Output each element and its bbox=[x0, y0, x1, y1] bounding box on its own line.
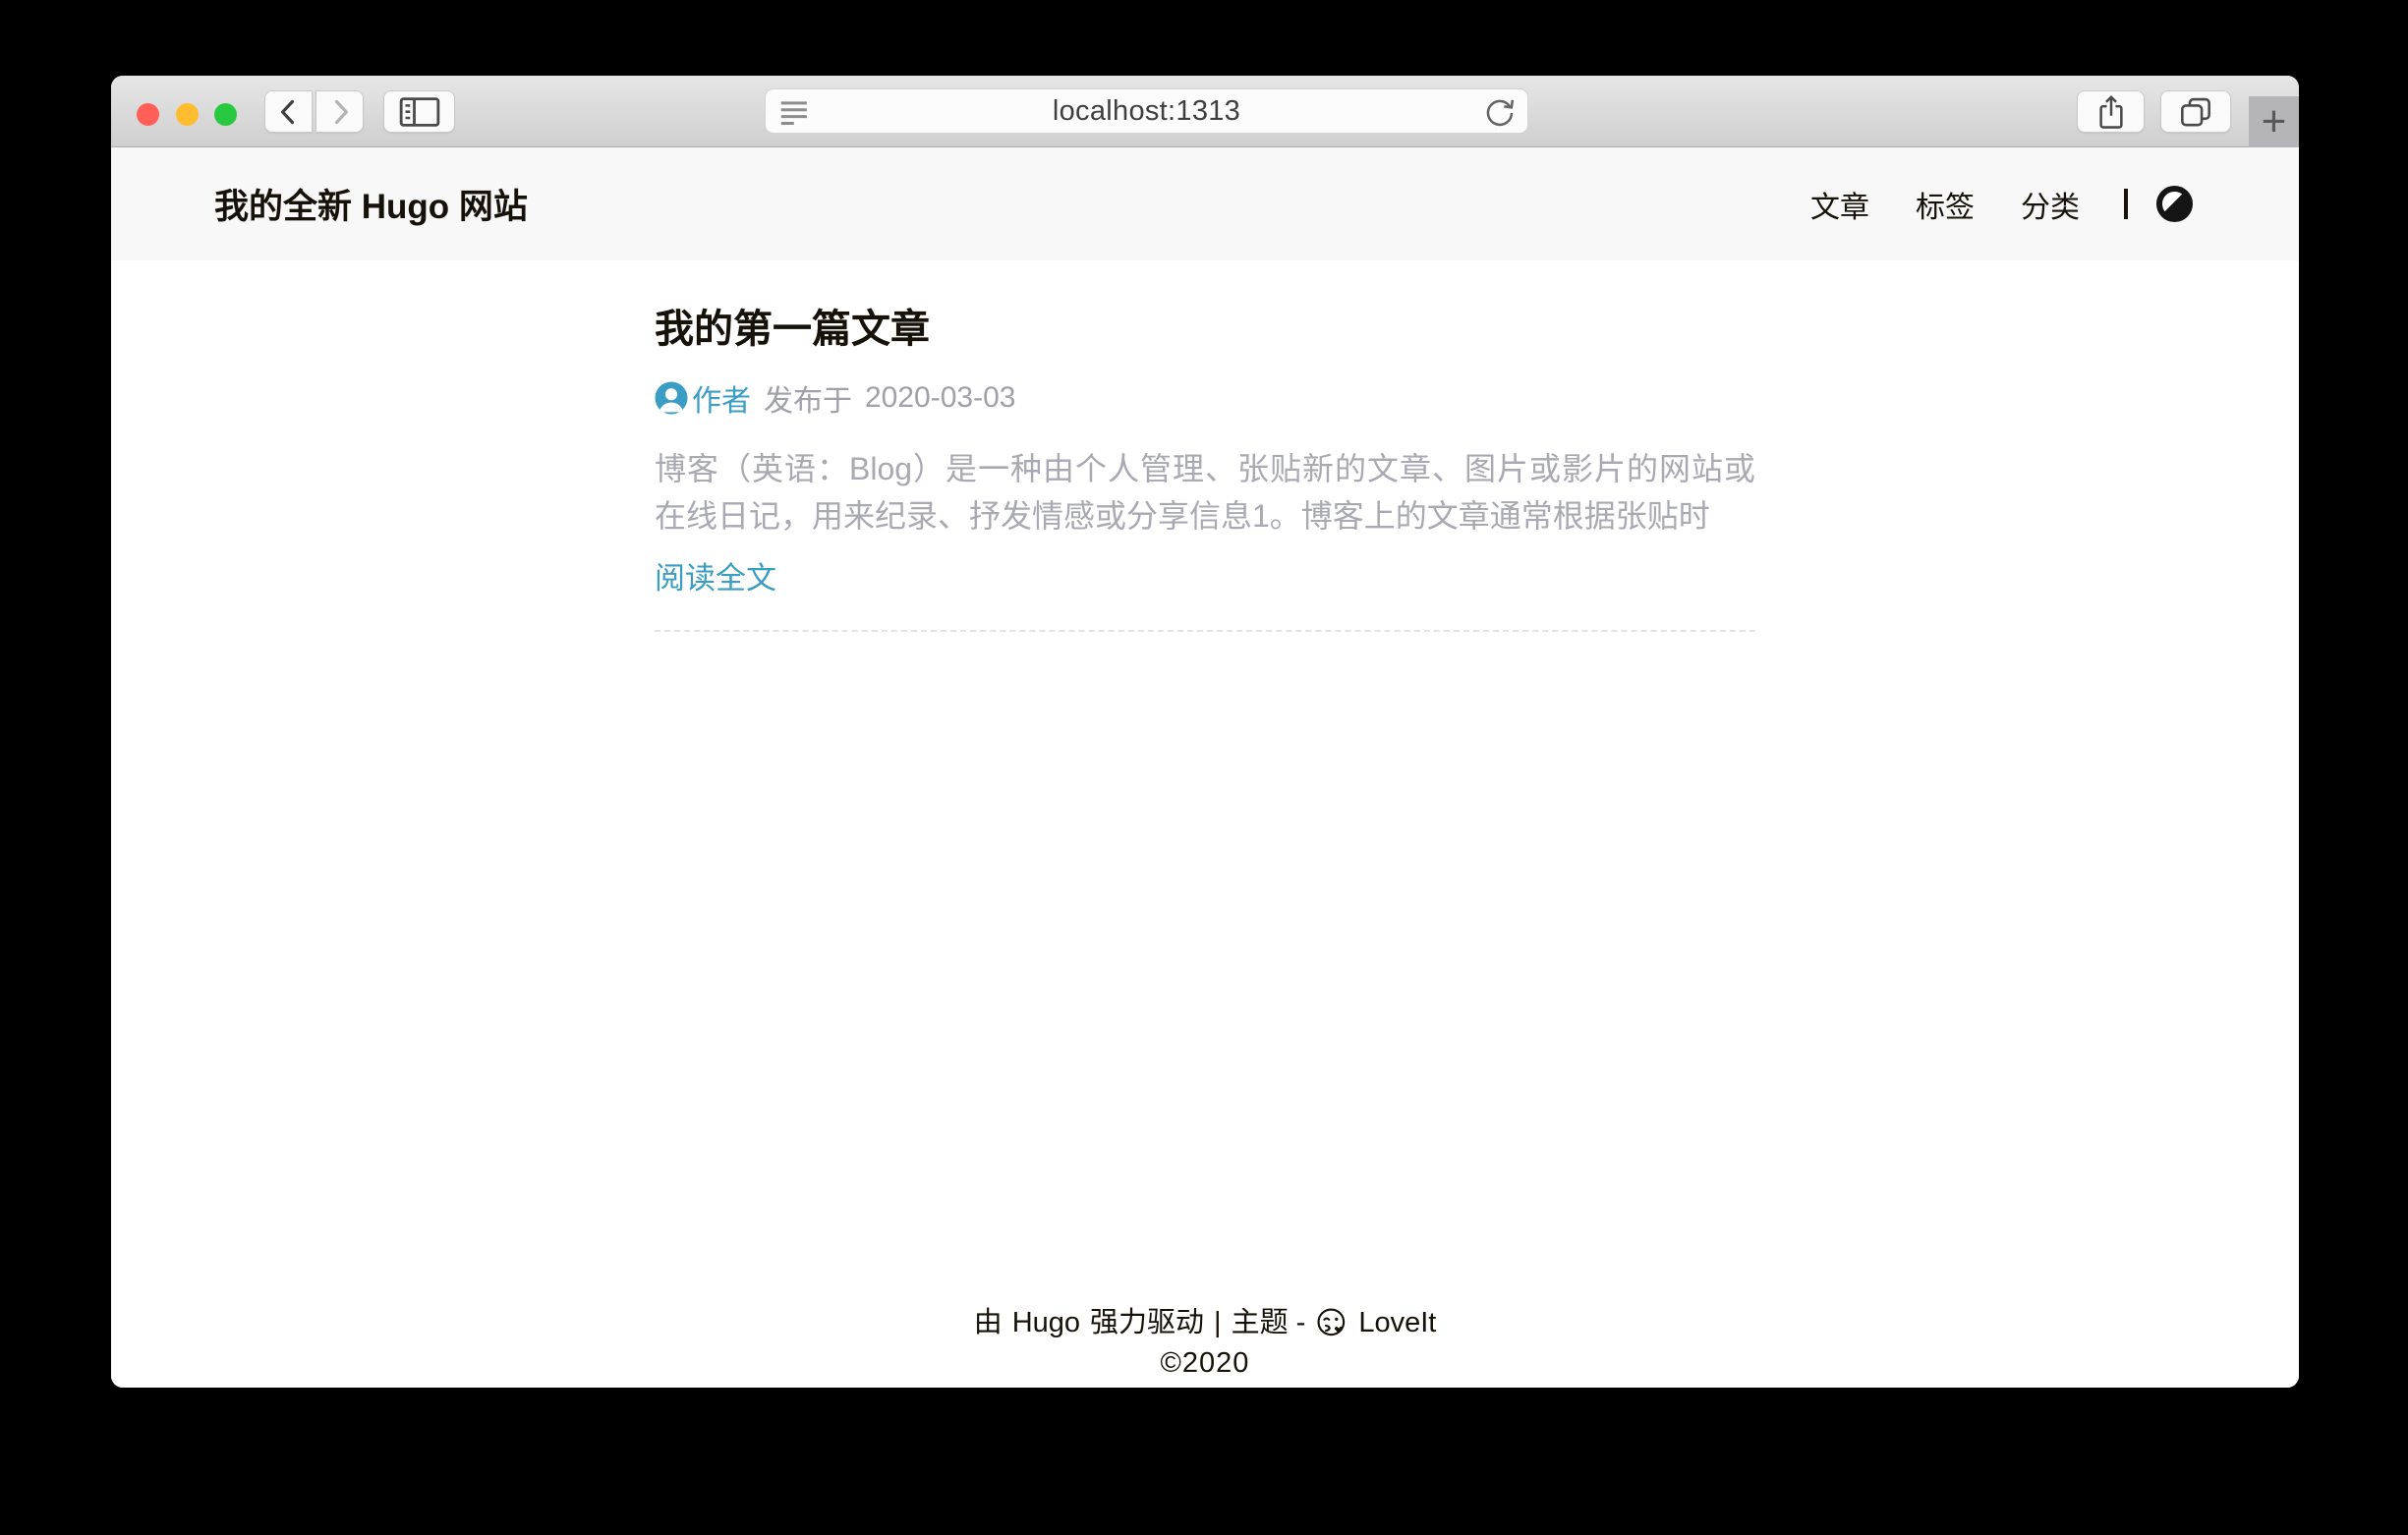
close-window-button[interactable] bbox=[137, 103, 159, 126]
share-icon bbox=[2093, 92, 2129, 132]
nav-item-posts[interactable]: 文章 bbox=[1810, 183, 1869, 226]
post-title-link[interactable]: 我的第一篇文章 bbox=[655, 260, 1755, 351]
show-tabs-button[interactable] bbox=[2160, 90, 2231, 133]
sidebar-toggle-button[interactable] bbox=[383, 90, 455, 133]
share-button[interactable] bbox=[2077, 90, 2145, 133]
site-nav: 文章 标签 分类 bbox=[1764, 183, 2193, 226]
tabs-overview-icon bbox=[2177, 94, 2214, 130]
chevron-right-icon bbox=[325, 95, 355, 129]
chevron-left-icon bbox=[274, 95, 304, 129]
browser-window: localhost:1313 bbox=[111, 76, 2299, 1388]
zoom-window-button[interactable] bbox=[214, 103, 237, 126]
theme-name-link[interactable]: LoveIt bbox=[1358, 1303, 1436, 1342]
reader-view-icon[interactable] bbox=[778, 98, 811, 127]
footer-separator: | bbox=[1214, 1303, 1222, 1342]
footer-powered-prefix: 由 bbox=[974, 1303, 1003, 1342]
footer-powered-suffix: 强力驱动 bbox=[1090, 1303, 1204, 1342]
theme-toggle-icon[interactable] bbox=[2156, 186, 2193, 222]
site-footer: 由 Hugo 强力驱动 | 主题 - LoveIt ©2020 bbox=[111, 1303, 2299, 1380]
nav-item-categories[interactable]: 分类 bbox=[2021, 183, 2080, 226]
site-title-link[interactable]: 我的全新 Hugo 网站 bbox=[214, 179, 528, 229]
page-body: 我的第一篇文章 作者 发布于 2020-03-03 博客（英语： bbox=[111, 260, 2299, 1388]
sidebar-icon bbox=[398, 94, 441, 130]
published-label: 发布于 bbox=[764, 376, 852, 420]
hugo-link[interactable]: Hugo bbox=[1012, 1303, 1080, 1342]
post-date: 2020-03-03 bbox=[865, 381, 1015, 415]
url-text: localhost:1313 bbox=[766, 95, 1527, 128]
footer-theme-prefix: 主题 - bbox=[1232, 1303, 1306, 1342]
footer-powered-line: 由 Hugo 强力驱动 | 主题 - LoveIt bbox=[111, 1303, 2299, 1342]
copyright-text: ©2020 bbox=[111, 1346, 2299, 1380]
author-link[interactable]: 作者 bbox=[692, 376, 751, 420]
site-header: 我的全新 Hugo 网站 文章 标签 分类 bbox=[111, 147, 2299, 260]
plus-icon: + bbox=[2262, 100, 2287, 143]
post-meta: 作者 发布于 2020-03-03 bbox=[655, 376, 1755, 420]
refresh-icon[interactable] bbox=[1482, 95, 1518, 131]
forward-button[interactable] bbox=[315, 90, 364, 133]
user-circle-icon bbox=[655, 381, 688, 415]
post-summary: 我的第一篇文章 作者 发布于 2020-03-03 博客（英语： bbox=[655, 260, 1755, 632]
address-bar[interactable]: localhost:1313 bbox=[765, 88, 1528, 134]
read-more-link[interactable]: 阅读全文 bbox=[655, 553, 776, 597]
nav-divider bbox=[2124, 189, 2128, 219]
new-tab-button[interactable]: + bbox=[2249, 96, 2299, 147]
nav-item-tags[interactable]: 标签 bbox=[1916, 183, 1975, 226]
summary-divider bbox=[655, 630, 1755, 632]
back-button[interactable] bbox=[264, 90, 313, 133]
post-excerpt: 博客（英语：Blog）是一种由个人管理、张贴新的文章、图片或影片的网站或在线日记… bbox=[655, 445, 1755, 540]
minimize-window-button[interactable] bbox=[176, 103, 199, 126]
browser-toolbar: localhost:1313 bbox=[111, 76, 2299, 147]
kiss-wink-heart-icon bbox=[1315, 1307, 1348, 1338]
